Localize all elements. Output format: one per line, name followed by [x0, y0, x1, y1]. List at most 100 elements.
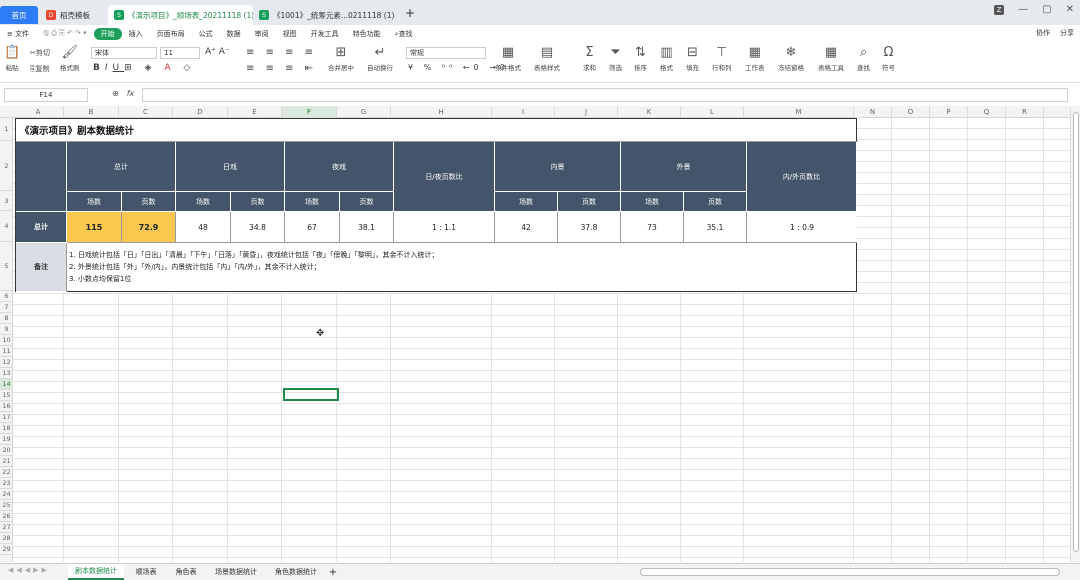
row-header-25[interactable]: 25 — [0, 500, 13, 511]
minimize-icon[interactable]: — — [1018, 4, 1028, 15]
maximize-icon[interactable]: ▢ — [1042, 4, 1051, 15]
value-night-pages[interactable]: 38.1 — [340, 212, 394, 243]
row-header-29[interactable]: 29 — [0, 544, 13, 555]
column-header-q[interactable]: Q — [968, 106, 1006, 118]
sub-int-pages[interactable]: 页数 — [558, 192, 621, 212]
row-header-7[interactable]: 7 — [0, 302, 13, 313]
symbol-button[interactable]: Ω 符号 — [882, 45, 895, 72]
merge-center-button[interactable]: ⊞ 合并居中 — [328, 45, 354, 72]
copy-button[interactable]: ⎘复制 — [30, 64, 50, 74]
value-int-pages[interactable]: 37.8 — [558, 212, 621, 243]
value-day-night-ratio[interactable]: 1 : 1.1 — [394, 212, 495, 243]
fill-button[interactable]: ⊟ 填充 — [686, 45, 699, 72]
column-header-h[interactable]: H — [391, 106, 492, 118]
sheet-nav-arrows[interactable]: ◀◀◀▶▶ — [8, 566, 50, 574]
row-header-21[interactable]: 21 — [0, 456, 13, 467]
sum-button[interactable]: Σ 求和 — [583, 45, 596, 72]
menu-file[interactable]: ≡ 文件 — [0, 29, 36, 39]
quick-access-icons[interactable]: 🖫 ⎙ ⎘ ↶ ↷ ▾ — [36, 29, 94, 40]
selected-cell[interactable] — [283, 388, 339, 401]
row-header-12[interactable]: 12 — [0, 357, 13, 368]
fx-icon[interactable]: fx — [127, 89, 135, 98]
filter-button[interactable]: ⏷ 筛选 — [609, 45, 622, 72]
font-size-select[interactable]: 11 — [160, 47, 200, 59]
formula-input[interactable] — [142, 88, 1068, 102]
column-header-m[interactable]: M — [744, 106, 854, 118]
row-header-17[interactable]: 17 — [0, 412, 13, 423]
sub-total-scenes[interactable]: 场数 — [67, 192, 122, 212]
column-header-k[interactable]: K — [618, 106, 681, 118]
value-ext-pages[interactable]: 35.1 — [684, 212, 747, 243]
value-ext-scenes[interactable]: 73 — [621, 212, 684, 243]
font-style-buttons[interactable]: BIU⊞ ◈ A ◇ — [93, 63, 195, 73]
column-header-a[interactable]: A — [13, 106, 64, 118]
row-header-19[interactable]: 19 — [0, 434, 13, 445]
font-name-select[interactable]: 宋体 — [91, 47, 157, 59]
row-header-27[interactable]: 27 — [0, 522, 13, 533]
conditional-format-button[interactable]: ▦ 条件格式 — [495, 45, 521, 72]
cut-button[interactable]: ✂剪切 — [30, 48, 50, 58]
column-header-i[interactable]: I — [492, 106, 555, 118]
row-header-28[interactable]: 28 — [0, 533, 13, 544]
freeze-button[interactable]: ❄ 冻结窗格 — [778, 45, 804, 72]
name-box[interactable]: F14 — [4, 88, 88, 102]
sort-button[interactable]: ⇅ 排序 — [634, 45, 647, 72]
column-header-n[interactable]: N — [854, 106, 892, 118]
notes-label[interactable]: 备注 — [16, 243, 67, 292]
header-night[interactable]: 夜戏 — [285, 142, 394, 192]
row-header-6[interactable]: 6 — [0, 291, 13, 302]
column-header-e[interactable]: E — [228, 106, 282, 118]
value-in-out-ratio[interactable]: 1 : 0.9 — [747, 212, 857, 243]
new-tab-button[interactable]: + — [405, 6, 415, 20]
account-badge[interactable]: Z — [994, 4, 1005, 15]
number-format-select[interactable]: 常规 — [406, 47, 486, 59]
row-header-10[interactable]: 10 — [0, 335, 13, 346]
row-header-23[interactable]: 23 — [0, 478, 13, 489]
value-day-pages[interactable]: 34.8 — [231, 212, 285, 243]
table-tools-button[interactable]: ▦ 表格工具 — [818, 45, 844, 72]
column-header-j[interactable]: J — [555, 106, 618, 118]
row-header-8[interactable]: 8 — [0, 313, 13, 324]
collaborate-button[interactable]: 协作 — [1036, 28, 1050, 38]
menu-view[interactable]: 视图 — [276, 29, 304, 39]
header-exterior[interactable]: 外景 — [621, 142, 747, 192]
font-grow-icon[interactable]: A⁺ A⁻ — [205, 47, 230, 57]
menu-data[interactable]: 数据 — [220, 29, 248, 39]
row-header-14[interactable]: 14 — [0, 379, 13, 390]
tab-template[interactable]: D 稻壳模板 — [40, 5, 108, 25]
row-header-4[interactable]: 4 — [0, 211, 13, 242]
header-total[interactable]: 总计 — [67, 142, 176, 192]
cell-grid[interactable]: 《演示项目》剧本数据统计 总计 备注 总计 日戏 夜戏 日/夜页数比 内景 外景… — [13, 118, 1070, 562]
column-header-b[interactable]: B — [64, 106, 119, 118]
menu-search[interactable]: ⌕查找 — [388, 29, 420, 39]
sub-day-scenes[interactable]: 场数 — [176, 192, 231, 212]
sub-night-pages[interactable]: 页数 — [340, 192, 394, 212]
horizontal-scrollbar[interactable] — [640, 568, 1060, 576]
menu-special[interactable]: 特色功能 — [346, 29, 388, 39]
worksheet-button[interactable]: ▦ 工作表 — [745, 45, 765, 72]
row-header-1[interactable]: 1 — [0, 118, 13, 141]
add-sheet-button[interactable]: + — [326, 564, 340, 580]
number-format-buttons[interactable]: ¥ % ⁰⁰ ←0 →0 — [408, 63, 509, 72]
tab-active-document[interactable]: S 《演示项目》_顺场表_20211118 (1) ✕ — [108, 5, 253, 25]
sheet-tab-scene-stats[interactable]: 场景数据统计 — [208, 564, 264, 580]
value-int-scenes[interactable]: 42 — [495, 212, 558, 243]
menu-review[interactable]: 审阅 — [248, 29, 276, 39]
header-day[interactable]: 日戏 — [176, 142, 285, 192]
align-buttons-2[interactable]: ≡ ≡ ≡ ⇤ — [246, 63, 317, 74]
vertical-scrollbar[interactable] — [1070, 106, 1080, 562]
wrap-text-button[interactable]: ↵ 自动换行 — [367, 45, 393, 72]
row-header-5[interactable]: 5 — [0, 242, 13, 291]
value-total-pages[interactable]: 72.9 — [122, 212, 176, 243]
notes-cell[interactable]: 1. 日戏统计包括「日」「日出」「清晨」「下午」「日落」「黄昏」，夜戏统计包括「… — [67, 244, 857, 292]
vertical-scroll-thumb[interactable] — [1073, 112, 1079, 552]
row-header-18[interactable]: 18 — [0, 423, 13, 434]
menu-formula[interactable]: 公式 — [192, 29, 220, 39]
table-title[interactable]: 《演示项目》剧本数据统计 — [16, 119, 858, 142]
paste-button[interactable]: 📋 粘贴 — [4, 45, 20, 72]
value-total-scenes[interactable]: 115 — [67, 212, 122, 243]
value-night-scenes[interactable]: 67 — [285, 212, 340, 243]
sheet-tab-roles[interactable]: 角色表 — [168, 564, 204, 580]
column-header-c[interactable]: C — [119, 106, 173, 118]
find-button[interactable]: ⌕ 查找 — [857, 45, 870, 72]
